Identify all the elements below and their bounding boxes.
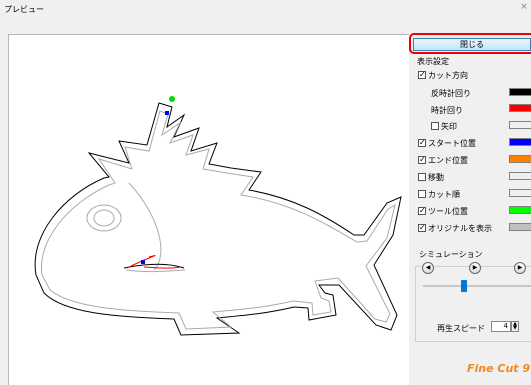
end-position-color-swatch[interactable] [509, 155, 531, 163]
close-button[interactable]: 閉じる [413, 38, 531, 51]
fine-cut-logo: Fine Cut 9 [467, 362, 531, 375]
playback-speed-label: 再生スピード [437, 324, 485, 333]
show-original-label: オリジナルを表示 [428, 224, 492, 233]
skip-back-icon[interactable]: ◀ [422, 262, 434, 274]
start-marker-mouth [141, 260, 145, 264]
display-settings-heading: 表示設定 [417, 57, 449, 66]
end-position-checkbox[interactable] [418, 155, 426, 164]
simulation-heading: シミュレーション [419, 250, 483, 259]
play-icon[interactable]: ▶ [469, 262, 481, 274]
tool-position-color-swatch[interactable] [509, 206, 531, 214]
cut-order-checkbox[interactable] [418, 190, 426, 198]
playback-speed-input[interactable]: 4 [491, 321, 511, 332]
arrow-label: 矢印 [441, 122, 457, 131]
move-color-swatch[interactable] [509, 172, 531, 180]
eye-inner [93, 209, 115, 227]
clockwise-label: 時計回り [431, 106, 463, 115]
playback-speed-spinner[interactable]: ▲ ▼ [511, 321, 519, 332]
start-position-checkbox[interactable] [418, 138, 426, 147]
cut-direction-label: カット方向 [428, 71, 468, 80]
arrow-color-swatch[interactable] [509, 121, 531, 129]
speed-slider-thumb[interactable] [461, 280, 467, 292]
counterclockwise-color-swatch[interactable] [509, 88, 531, 96]
cut-order-color-swatch[interactable] [509, 189, 531, 197]
move-checkbox[interactable] [418, 173, 426, 181]
end-position-label: エンド位置 [428, 156, 468, 165]
tool-position-label: ツール位置 [428, 207, 468, 216]
start-marker [165, 111, 169, 115]
eye-outer [86, 204, 122, 232]
preview-canvas[interactable] [8, 34, 409, 385]
window-close-icon[interactable]: × [519, 2, 529, 12]
arrow-checkbox[interactable] [431, 122, 439, 130]
cut-path-outline [34, 102, 402, 336]
move-label: 移動 [428, 173, 444, 182]
mouth-original [125, 269, 186, 273]
counterclockwise-label: 反時計回り [431, 89, 471, 98]
cut-direction-checkbox[interactable] [418, 70, 426, 79]
start-position-color-swatch[interactable] [509, 138, 531, 146]
tool-position-marker [169, 96, 175, 102]
clockwise-color-swatch[interactable] [509, 104, 531, 112]
skip-forward-icon[interactable]: ▶ [514, 262, 526, 274]
cut-order-label: カット順 [428, 190, 460, 199]
original-color-swatch[interactable] [509, 223, 531, 231]
gill-outline [128, 182, 162, 271]
speed-slider-track[interactable] [423, 285, 531, 287]
fish-preview-drawing [34, 96, 402, 336]
start-position-label: スタート位置 [428, 139, 476, 148]
window-title: プレビュー [4, 5, 44, 14]
show-original-checkbox[interactable] [418, 223, 426, 232]
tool-position-checkbox[interactable] [418, 206, 426, 215]
